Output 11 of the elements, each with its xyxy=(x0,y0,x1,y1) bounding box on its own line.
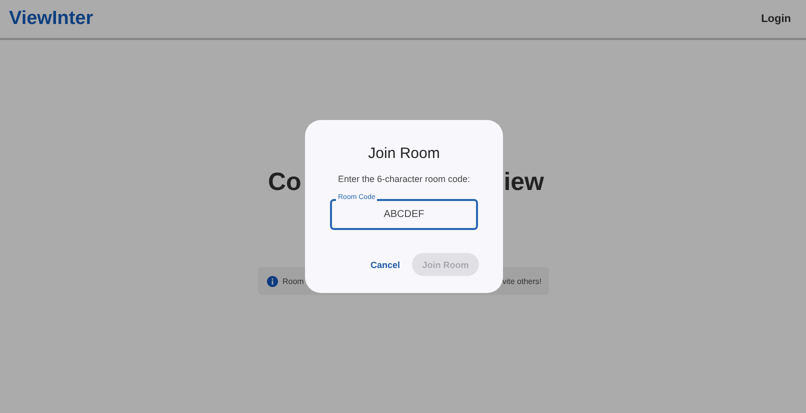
dialog-prompt: Enter the 6-character room code: xyxy=(338,174,470,184)
cancel-button[interactable]: Cancel xyxy=(370,260,400,270)
page-heading: iew xyxy=(504,168,544,197)
page-heading: Co xyxy=(268,168,302,197)
room-code-field[interactable]: ABCDEF xyxy=(330,199,478,230)
dialog-title: Join Room xyxy=(368,145,440,162)
info-text: Room xyxy=(282,276,304,286)
info-icon xyxy=(266,276,278,286)
info-text: vite others! xyxy=(502,276,542,286)
login-button[interactable]: Login xyxy=(761,13,791,25)
app-logo[interactable]: ViewInter xyxy=(9,8,94,30)
